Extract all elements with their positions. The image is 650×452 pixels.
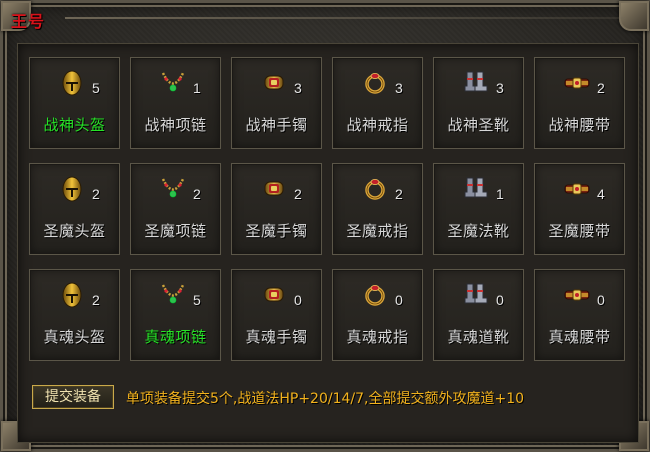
- equipment-slot[interactable]: 3 战神手镯: [231, 57, 322, 149]
- equipment-grid: 5 战神头盔 1 战神项链 3 战神手镯 3 战神戒指 3 战神圣靴 2 战神腰带 2 圣魔头盔 2 圣魔项链…: [29, 57, 625, 361]
- item-count: 0: [294, 292, 302, 308]
- boots-icon: [462, 68, 490, 96]
- ring-icon: [361, 174, 389, 202]
- item-count: 1: [193, 80, 201, 96]
- item-name: 战神腰带: [548, 116, 611, 134]
- bracelet-icon: [260, 174, 288, 202]
- equipment-slot[interactable]: 1 战神项链: [130, 57, 221, 149]
- item-count: 2: [193, 186, 201, 202]
- equipment-slot[interactable]: 0 真魂道靴: [433, 269, 524, 361]
- belt-icon: [563, 174, 591, 202]
- item-name: 真魂项链: [144, 328, 207, 346]
- bracelet-icon: [260, 68, 288, 96]
- equipment-slot[interactable]: 0 真魂手镯: [231, 269, 322, 361]
- window-title: 王号: [11, 14, 46, 31]
- item-name: 圣魔手镯: [245, 222, 308, 240]
- necklace-icon: [159, 68, 187, 96]
- item-name: 战神戒指: [346, 116, 409, 134]
- helmet-icon: [58, 174, 86, 202]
- belt-icon: [563, 68, 591, 96]
- equipment-submit-window: 王号 5 战神头盔 1 战神项链 3 战神手镯 3 战神戒指 3 战神圣靴 2 战神腰带 2 圣魔头盔 2 圣…: [0, 0, 650, 452]
- item-name: 圣魔戒指: [346, 222, 409, 240]
- title-divider: [65, 17, 625, 19]
- equipment-slot[interactable]: 4 圣魔腰带: [534, 163, 625, 255]
- equipment-slot[interactable]: 3 战神戒指: [332, 57, 423, 149]
- reward-info-text: 单项装备提交5个,战道法HP+20/14/7,全部提交额外攻魔道+10: [126, 391, 525, 407]
- helmet-icon: [58, 68, 86, 96]
- item-count: 5: [92, 80, 100, 96]
- bracelet-icon: [260, 280, 288, 308]
- item-count: 3: [294, 80, 302, 96]
- item-count: 4: [597, 186, 605, 202]
- equipment-slot[interactable]: 0 真魂腰带: [534, 269, 625, 361]
- helmet-icon: [58, 280, 86, 308]
- item-name: 战神手镯: [245, 116, 308, 134]
- equipment-slot[interactable]: 0 真魂戒指: [332, 269, 423, 361]
- equipment-slot[interactable]: 5 真魂项链: [130, 269, 221, 361]
- item-name: 圣魔头盔: [43, 222, 106, 240]
- ring-icon: [361, 280, 389, 308]
- submit-equipment-button[interactable]: 提交装备: [32, 385, 114, 409]
- equipment-slot[interactable]: 3 战神圣靴: [433, 57, 524, 149]
- item-count: 0: [597, 292, 605, 308]
- necklace-icon: [159, 174, 187, 202]
- equipment-slot[interactable]: 2 圣魔项链: [130, 163, 221, 255]
- item-name: 圣魔腰带: [548, 222, 611, 240]
- equipment-slot[interactable]: 5 战神头盔: [29, 57, 120, 149]
- equipment-slot[interactable]: 2 圣魔戒指: [332, 163, 423, 255]
- item-name: 圣魔法靴: [447, 222, 510, 240]
- equipment-slot[interactable]: 2 真魂头盔: [29, 269, 120, 361]
- item-count: 2: [92, 292, 100, 308]
- equipment-slot[interactable]: 2 战神腰带: [534, 57, 625, 149]
- equipment-slot[interactable]: 2 圣魔手镯: [231, 163, 322, 255]
- equipment-panel: 5 战神头盔 1 战神项链 3 战神手镯 3 战神戒指 3 战神圣靴 2 战神腰带 2 圣魔头盔 2 圣魔项链…: [17, 43, 639, 443]
- item-name: 真魂道靴: [447, 328, 510, 346]
- item-name: 战神头盔: [43, 116, 106, 134]
- item-count: 0: [496, 292, 504, 308]
- item-name: 真魂戒指: [346, 328, 409, 346]
- item-name: 战神圣靴: [447, 116, 510, 134]
- ring-icon: [361, 68, 389, 96]
- item-name: 战神项链: [144, 116, 207, 134]
- item-count: 1: [496, 186, 504, 202]
- equipment-slot[interactable]: 1 圣魔法靴: [433, 163, 524, 255]
- belt-icon: [563, 280, 591, 308]
- necklace-icon: [159, 280, 187, 308]
- item-count: 2: [597, 80, 605, 96]
- item-count: 2: [294, 186, 302, 202]
- item-name: 圣魔项链: [144, 222, 207, 240]
- frame-corner-ornament: [619, 1, 649, 31]
- item-count: 5: [193, 292, 201, 308]
- boots-icon: [462, 174, 490, 202]
- item-count: 0: [395, 292, 403, 308]
- item-count: 3: [496, 80, 504, 96]
- boots-icon: [462, 280, 490, 308]
- item-count: 3: [395, 80, 403, 96]
- item-count: 2: [395, 186, 403, 202]
- item-name: 真魂头盔: [43, 328, 106, 346]
- item-name: 真魂手镯: [245, 328, 308, 346]
- item-count: 2: [92, 186, 100, 202]
- equipment-slot[interactable]: 2 圣魔头盔: [29, 163, 120, 255]
- item-name: 真魂腰带: [548, 328, 611, 346]
